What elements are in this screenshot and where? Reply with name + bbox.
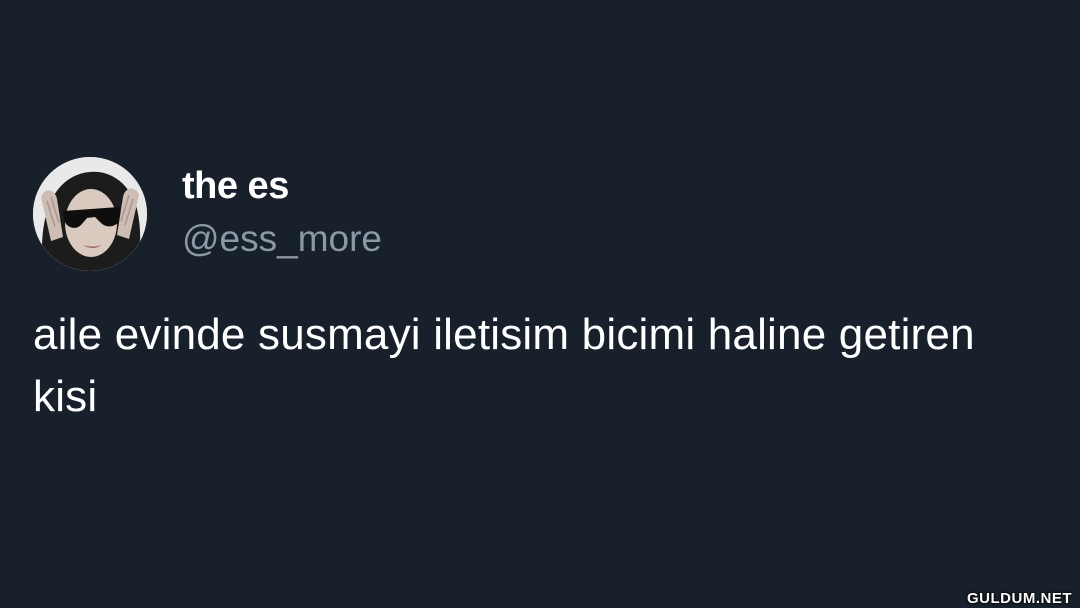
profile-photo-icon [33, 157, 147, 271]
tweet-card: the es @ess_more aile evinde susmayi ile… [0, 0, 1080, 608]
display-name[interactable]: the es [182, 164, 289, 208]
watermark: GULDUM.NET [967, 590, 1072, 607]
avatar[interactable] [33, 157, 147, 271]
tweet-text: aile evinde susmayi iletisim bicimi hali… [33, 310, 975, 421]
user-handle[interactable]: @ess_more [182, 217, 382, 261]
